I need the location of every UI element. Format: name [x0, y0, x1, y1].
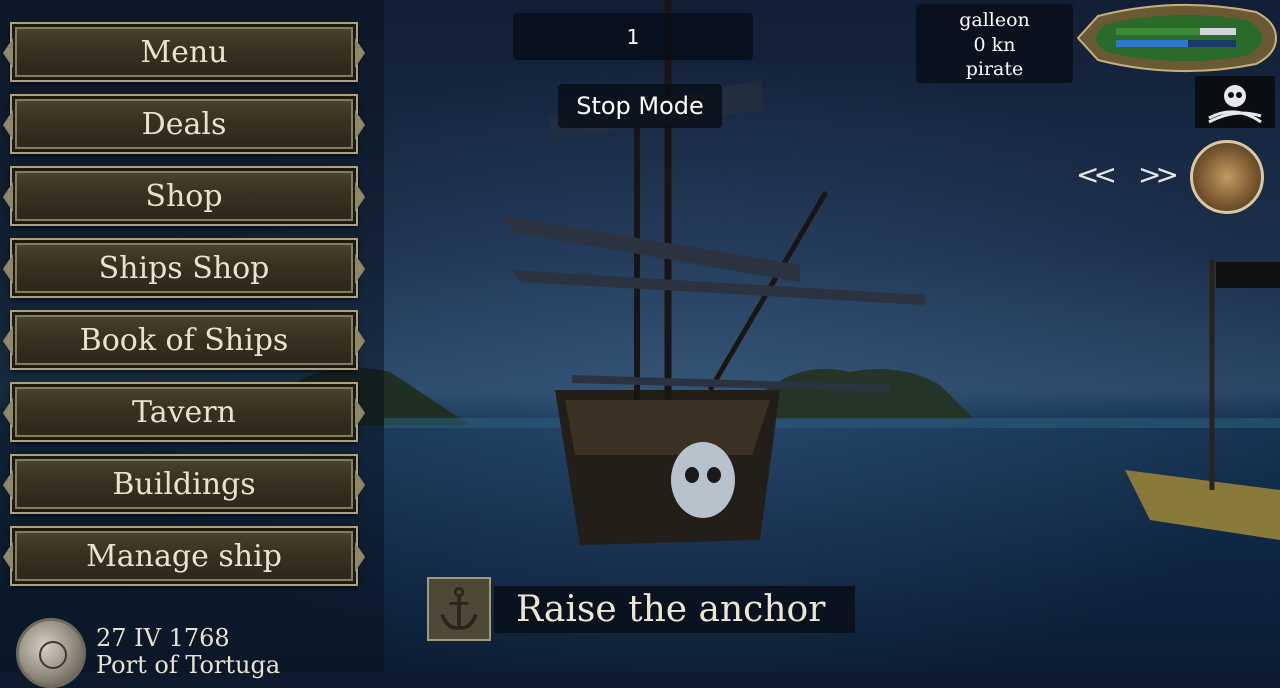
clock-icon: [16, 618, 86, 688]
ship-status-gauge[interactable]: [1076, 2, 1278, 74]
ship-speed: 0 kn: [973, 33, 1016, 56]
hull-bar: [1116, 28, 1200, 35]
manage-ship-button[interactable]: Manage ship: [3, 526, 365, 586]
target-info: galleon 0 kn pirate: [916, 4, 1073, 83]
horizon: [384, 418, 1280, 428]
ships-shop-button[interactable]: Ships Shop: [3, 238, 365, 298]
shop-button[interactable]: Shop: [3, 166, 365, 226]
buildings-button[interactable]: Buildings: [3, 454, 365, 514]
game-date: 27 IV 1768: [96, 624, 230, 652]
anchor-icon[interactable]: [427, 577, 491, 641]
island: [745, 368, 975, 420]
crew-bar: [1116, 40, 1188, 47]
date-location: 27 IV 1768 Port of Tortuga: [14, 617, 374, 688]
next-target-button[interactable]: >>: [1138, 158, 1179, 191]
stop-mode-button[interactable]: Stop Mode: [558, 84, 722, 128]
menu-button[interactable]: Menu: [3, 22, 365, 82]
map-icon[interactable]: [1190, 140, 1264, 214]
side-menu: Menu Deals Shop Ships Shop Book of Ships…: [0, 0, 384, 688]
tavern-button[interactable]: Tavern: [3, 382, 365, 442]
pirate-ship: [500, 0, 925, 545]
sail-speed-indicator: 1: [513, 13, 753, 60]
jolly-roger-icon[interactable]: [1195, 76, 1275, 128]
book-of-ships-button[interactable]: Book of Ships: [3, 310, 365, 370]
previous-target-button[interactable]: <<: [1076, 158, 1117, 191]
ship-type: galleon: [959, 9, 1030, 31]
deals-button[interactable]: Deals: [3, 94, 365, 154]
enemy-ship: [1125, 260, 1280, 540]
ship-faction: pirate: [965, 58, 1024, 80]
raise-anchor-button[interactable]: Raise the anchor: [494, 586, 855, 633]
port-name: Port of Tortuga: [96, 651, 281, 679]
